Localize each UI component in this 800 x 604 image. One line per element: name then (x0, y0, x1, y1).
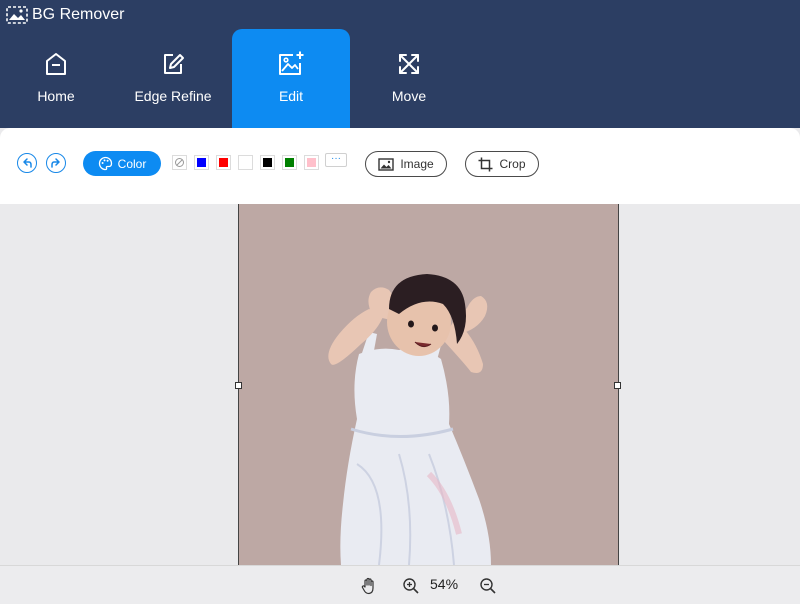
swatch-none[interactable] (172, 155, 187, 170)
swatch-pink[interactable] (304, 155, 319, 170)
zoom-out-icon[interactable] (479, 577, 497, 595)
home-icon (46, 53, 66, 75)
tab-edge-refine[interactable]: Edge Refine (114, 29, 232, 128)
tab-edge-refine-label: Edge Refine (134, 88, 212, 104)
undo-icon (23, 158, 32, 168)
crop-button-label: Crop (499, 157, 526, 171)
redo-button[interactable] (46, 153, 66, 173)
tab-home-label: Home (37, 88, 75, 104)
app-title: BG Remover (6, 4, 124, 26)
app-title-text: BG Remover (32, 6, 125, 23)
app-logo-icon (6, 6, 28, 24)
canvas-area (0, 204, 800, 565)
edit-toolbar: Color ··· Image Crop (0, 128, 800, 204)
tab-edit[interactable]: Edit (232, 29, 350, 128)
edit-icon (164, 54, 184, 74)
tab-move[interactable]: Move (350, 29, 468, 128)
undo-button[interactable] (17, 153, 37, 173)
tab-move-label: Move (391, 88, 427, 104)
zoom-in-icon[interactable] (402, 577, 420, 595)
hand-icon[interactable] (360, 577, 378, 595)
header-bar: BG Remover Home Edge Refine Edit Move (0, 0, 800, 128)
crop-button[interactable]: Crop (465, 151, 539, 177)
image-button-label: Image (400, 157, 434, 171)
tab-edit-label: Edit (278, 88, 304, 104)
swatch-red[interactable] (216, 155, 231, 170)
palette-icon (98, 156, 112, 171)
swatch-white[interactable] (238, 155, 253, 170)
swatch-black[interactable] (260, 155, 275, 170)
image-button[interactable]: Image (365, 151, 447, 177)
more-colors-button[interactable]: ··· (325, 153, 347, 167)
swatch-green[interactable] (282, 155, 297, 170)
resize-handle-right[interactable] (614, 382, 621, 389)
color-button[interactable]: Color (83, 151, 161, 176)
zoom-level: 54% (430, 576, 459, 592)
image-icon (378, 157, 395, 171)
redo-icon (51, 158, 60, 168)
zoom-bar: 54% (0, 565, 800, 604)
move-arrows-icon (399, 54, 419, 74)
tab-home[interactable]: Home (0, 29, 115, 128)
crop-icon (478, 157, 493, 171)
child-cutout-image (328, 274, 491, 565)
resize-handle-left[interactable] (235, 382, 242, 389)
color-button-label: Color (117, 156, 147, 171)
no-color-icon (175, 158, 184, 167)
edited-photo[interactable] (238, 204, 619, 565)
swatch-blue[interactable] (194, 155, 209, 170)
image-edit-icon (279, 51, 304, 75)
